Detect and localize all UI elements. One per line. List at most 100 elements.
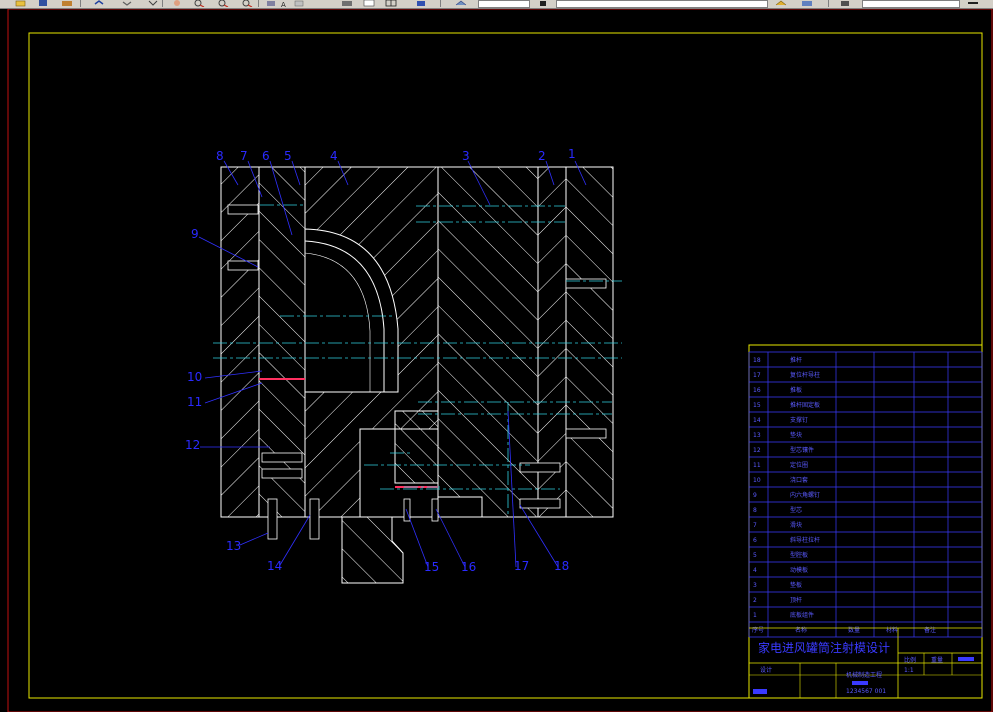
callout-8: 8 bbox=[216, 149, 224, 163]
bom-row-name: 支撑钉 bbox=[790, 416, 808, 424]
callout-11: 11 bbox=[187, 395, 202, 409]
bom-row-no: 12 bbox=[753, 447, 761, 454]
bom-row-name: 内六角螺钉 bbox=[790, 491, 820, 499]
bom-row-name: 垫块 bbox=[790, 431, 802, 439]
bom-row-name: 型芯镶件 bbox=[790, 446, 814, 454]
layer-state-icon[interactable] bbox=[774, 0, 788, 7]
bom-row-name: 型芯 bbox=[790, 506, 802, 514]
callout-1: 1 bbox=[568, 147, 576, 161]
dim-style-icon[interactable] bbox=[292, 0, 306, 7]
bom-row-name: 推杆固定板 bbox=[790, 401, 820, 409]
callout-17: 17 bbox=[514, 559, 529, 573]
callout-9: 9 bbox=[191, 227, 199, 241]
callout-16: 16 bbox=[461, 560, 476, 574]
bom-row-no: 6 bbox=[753, 537, 757, 544]
table-icon[interactable] bbox=[362, 0, 376, 7]
bom-row-name: 斜导柱拉杆 bbox=[790, 536, 820, 544]
bom-row-name: 型腔板 bbox=[790, 551, 808, 559]
redo-icon[interactable] bbox=[120, 0, 134, 7]
bom-row-name: 动模板 bbox=[790, 566, 808, 574]
callout-14: 14 bbox=[267, 559, 282, 573]
color-dropdown[interactable] bbox=[556, 0, 768, 8]
callout-5: 5 bbox=[284, 149, 292, 163]
color-icon[interactable] bbox=[800, 0, 814, 7]
bom-row-no: 1 bbox=[753, 612, 757, 619]
weight-label: 重量 bbox=[931, 656, 943, 664]
callout-18: 18 bbox=[554, 559, 569, 573]
layer-icon[interactable] bbox=[340, 0, 354, 7]
callout-3: 3 bbox=[462, 149, 470, 163]
bom-row-name: 滑块 bbox=[790, 521, 802, 529]
chevron-down-icon[interactable] bbox=[146, 0, 160, 7]
bom-header-cell: 数量 bbox=[848, 626, 860, 634]
bom-row-name: 复位杆导柱 bbox=[790, 371, 820, 379]
bom-row-no: 10 bbox=[753, 477, 761, 484]
callout-4: 4 bbox=[330, 149, 338, 163]
pan-icon[interactable] bbox=[170, 0, 184, 7]
layer-dropdown[interactable] bbox=[478, 0, 530, 8]
bom-header-cell: 材料 bbox=[886, 626, 898, 634]
callout-15: 15 bbox=[424, 560, 439, 574]
bom-header-cell: 序号 bbox=[752, 626, 764, 634]
callout-12: 12 bbox=[185, 438, 200, 452]
designer-label: 设计 bbox=[760, 666, 772, 674]
save-icon[interactable] bbox=[36, 0, 50, 7]
scale-value: 1:1 bbox=[904, 667, 914, 674]
bom-row-name: 垫板 bbox=[790, 581, 802, 589]
zoom-previous-icon[interactable] bbox=[240, 0, 254, 7]
bom-row-name: 定位圈 bbox=[790, 461, 808, 469]
3d-orbit-icon[interactable] bbox=[454, 0, 468, 7]
bom-row-no: 3 bbox=[753, 582, 757, 589]
drawing-canvas[interactable]: 8 7 6 5 4 3 2 1 9 10 11 12 13 14 15 16 1… bbox=[0, 9, 993, 712]
linetype-icon[interactable] bbox=[838, 0, 852, 7]
bom-row-no: 5 bbox=[753, 552, 757, 559]
bom-row-no: 15 bbox=[753, 402, 761, 409]
drawing-title: 家电进风罐筒注射模设计 bbox=[758, 640, 890, 655]
svg-text:A: A bbox=[281, 1, 286, 7]
callout-2: 2 bbox=[538, 149, 546, 163]
scale-label: 比例 bbox=[904, 656, 916, 664]
bom-header-cell: 名称 bbox=[795, 626, 807, 634]
bom-row-no: 2 bbox=[753, 597, 757, 604]
bom-row-no: 7 bbox=[753, 522, 757, 529]
school-name: 机械制造工程 bbox=[846, 671, 882, 679]
bom-row-no: 8 bbox=[753, 507, 757, 514]
bom-row-no: 13 bbox=[753, 432, 761, 439]
bom-row-name: 底板组件 bbox=[790, 611, 814, 619]
bom-row-no: 4 bbox=[753, 567, 757, 574]
mold-section-view bbox=[213, 166, 622, 584]
title-block: 18 推杆17 复位杆导柱16 推板15 推杆固定板14 支撑钉13 垫块12 型芯镶件11 定… bbox=[748, 344, 983, 699]
callout-7: 7 bbox=[240, 149, 248, 163]
standard-toolbar: A bbox=[0, 0, 993, 9]
zoom-realtime-icon[interactable] bbox=[192, 0, 206, 7]
grid-icon[interactable] bbox=[384, 0, 398, 7]
bom-row-no: 9 bbox=[753, 492, 757, 499]
bom-row-name: 推杆 bbox=[790, 356, 802, 364]
material-mark bbox=[958, 657, 974, 661]
bom-row-no: 16 bbox=[753, 387, 761, 394]
bom-row-no: 18 bbox=[753, 357, 761, 364]
undo-icon[interactable] bbox=[92, 0, 106, 7]
bom-header-cell: 备注 bbox=[924, 626, 936, 634]
bom-row-name: 顶杆 bbox=[790, 596, 802, 604]
open-icon[interactable] bbox=[14, 0, 28, 7]
stamp-mark bbox=[753, 689, 767, 694]
school-mark bbox=[852, 681, 868, 685]
callout-6: 6 bbox=[262, 149, 270, 163]
lineweight-icon[interactable] bbox=[966, 0, 980, 7]
bom-row-no: 17 bbox=[753, 372, 761, 379]
linetype-dropdown[interactable] bbox=[862, 0, 960, 8]
help-icon[interactable] bbox=[414, 0, 428, 7]
bom-row-name: 推板 bbox=[790, 386, 802, 394]
shade-icon[interactable] bbox=[536, 0, 550, 7]
callout-10: 10 bbox=[187, 370, 202, 384]
properties-icon[interactable] bbox=[264, 0, 278, 7]
plot-icon[interactable] bbox=[60, 0, 74, 7]
bom-row-name: 浇口套 bbox=[790, 476, 808, 484]
zoom-window-icon[interactable] bbox=[216, 0, 230, 7]
bom-row-no: 14 bbox=[753, 417, 761, 424]
text-style-icon[interactable]: A bbox=[278, 0, 292, 7]
drawing-number: 1234567 001 bbox=[846, 688, 886, 695]
callout-13: 13 bbox=[226, 539, 241, 553]
bom-row-no: 11 bbox=[753, 462, 761, 469]
